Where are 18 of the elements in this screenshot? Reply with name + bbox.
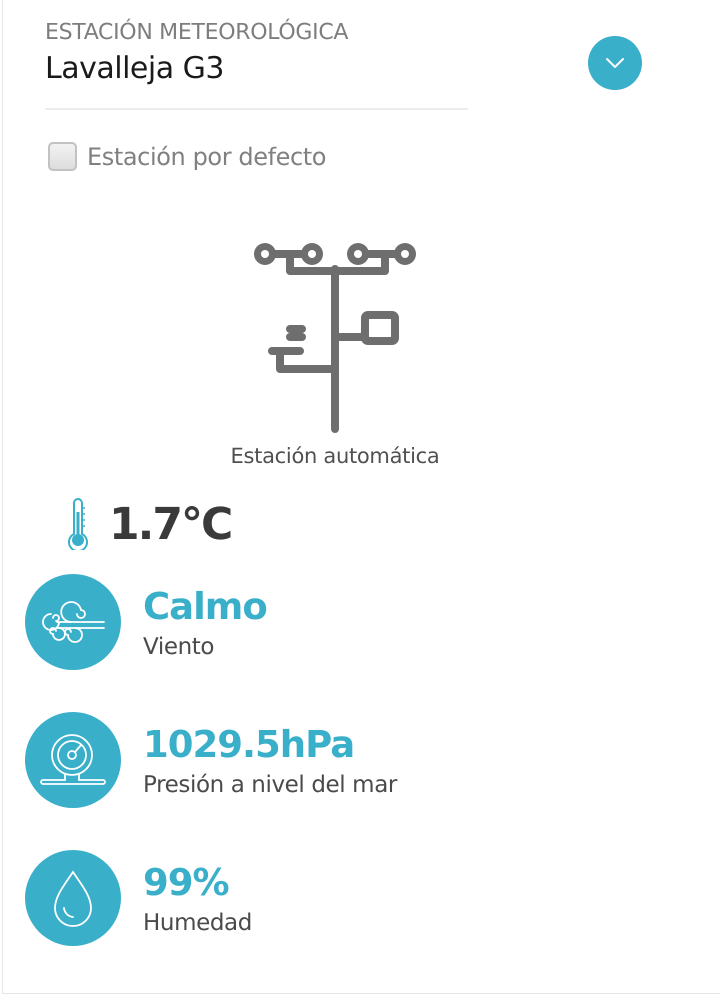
station-select[interactable]: Lavalleja G3 bbox=[45, 51, 348, 86]
pressure-gauge-icon bbox=[25, 712, 121, 808]
water-drop-icon bbox=[25, 850, 121, 946]
temperature-value: 1.7°C bbox=[109, 498, 232, 550]
metric-value: 1029.5hPa bbox=[143, 722, 356, 766]
metric-label: Presión a nivel del mar bbox=[143, 772, 397, 798]
checkbox[interactable] bbox=[48, 142, 77, 171]
metric-label: Viento bbox=[143, 634, 216, 660]
metric-value: Calmo bbox=[143, 584, 267, 628]
chevron-down-icon bbox=[604, 56, 626, 70]
field-label: ESTACIÓN METEOROLÓGICA bbox=[45, 20, 348, 45]
station-type-label: Estación automática bbox=[230, 444, 440, 468]
wind-icon bbox=[25, 574, 121, 670]
thermometer-icon bbox=[65, 498, 91, 550]
metric-label: Humedad bbox=[143, 910, 252, 936]
metric-value: 99% bbox=[143, 860, 230, 904]
dropdown-button[interactable] bbox=[588, 36, 642, 90]
checkbox-label: Estación por defecto bbox=[87, 142, 326, 170]
